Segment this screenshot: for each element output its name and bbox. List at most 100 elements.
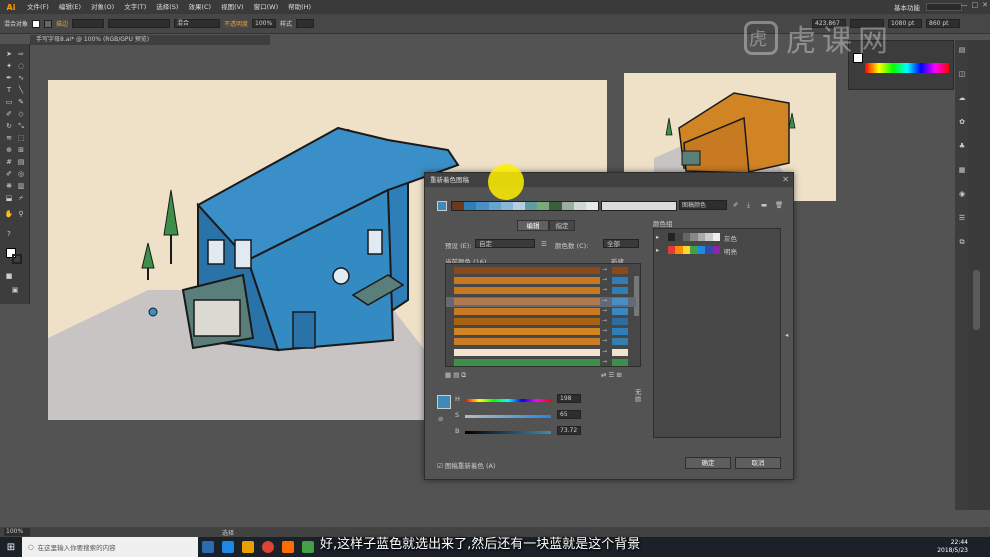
new-color-swatch[interactable] <box>612 328 628 336</box>
minimize-icon[interactable]: — <box>961 1 968 9</box>
variable-width-select[interactable] <box>108 19 171 28</box>
color-row[interactable]: → <box>446 317 636 327</box>
color-strip[interactable] <box>451 201 599 211</box>
brightness-slider[interactable]: B 73.72 <box>455 426 581 437</box>
arrow-icon[interactable]: → <box>602 348 607 355</box>
color-row[interactable]: → <box>446 358 636 366</box>
save-group-icon[interactable]: ⤓ <box>747 201 750 210</box>
strip-color-swatch[interactable] <box>573 202 586 210</box>
color-group-bright[interactable]: ▸ 明亮 <box>656 245 776 256</box>
windows-start-icon[interactable]: ⊞ <box>0 537 22 557</box>
color-spectrum[interactable] <box>865 63 949 73</box>
arrow-icon[interactable]: → <box>602 317 607 324</box>
strip-color-swatch[interactable] <box>525 202 538 210</box>
strip-color-swatch[interactable] <box>549 202 562 210</box>
task-view-icon[interactable] <box>202 541 214 553</box>
brushes-panel-icon[interactable]: ✿ <box>957 118 967 126</box>
active-color-swatch[interactable] <box>437 395 451 409</box>
stroke-color-icon[interactable] <box>12 254 22 264</box>
edge-icon[interactable] <box>222 541 234 553</box>
new-color-swatch[interactable] <box>612 338 628 346</box>
rectangle-tool-icon[interactable]: ▭ <box>4 98 14 106</box>
menu-effect[interactable]: 效果(C) <box>183 0 216 14</box>
shape-builder-icon[interactable]: ⊕ <box>4 146 14 154</box>
current-color-bar[interactable] <box>454 267 600 274</box>
close-icon[interactable]: ✕ <box>982 1 988 9</box>
strip-color-swatch[interactable] <box>476 202 489 210</box>
expand-icon[interactable]: ▸ <box>656 233 659 241</box>
file-explorer-icon[interactable] <box>242 541 254 553</box>
current-tool-status[interactable]: 选择 <box>222 528 234 537</box>
rotate-tool-icon[interactable]: ↻ <box>4 122 14 130</box>
new-color-swatch[interactable] <box>612 348 628 356</box>
stroke-weight-field[interactable] <box>72 19 105 28</box>
screen-mode-icon[interactable]: ▣ <box>10 286 20 294</box>
stroke-swatch[interactable] <box>44 19 53 28</box>
collapse-panel-icon[interactable]: ◂ <box>785 331 788 339</box>
current-color-bar[interactable] <box>454 307 600 315</box>
slider-value[interactable]: 198 <box>557 394 581 403</box>
taskbar-search[interactable]: ○ 在这里输入你要搜索的内容 <box>22 537 198 557</box>
color-row[interactable]: → <box>446 327 636 337</box>
color-row[interactable]: → <box>446 296 636 307</box>
list-options-icon[interactable]: ⇄ ☰ ⊞ <box>601 371 622 379</box>
strip-color-swatch[interactable] <box>488 202 501 210</box>
app-icon[interactable] <box>302 541 314 553</box>
document-tab[interactable]: 手写字母8.ai* @ 100% (RGB/GPU 预览) <box>30 35 270 45</box>
current-color-bar[interactable] <box>454 318 600 325</box>
color-mode-icon[interactable]: ■ <box>4 272 14 280</box>
pen-tool-icon[interactable]: ✒ <box>4 74 14 82</box>
slider-value[interactable]: 73.72 <box>557 426 581 435</box>
trash-icon[interactable]: 🗑 <box>775 201 783 209</box>
menu-object[interactable]: 对象(O) <box>86 0 119 14</box>
libraries-panel-icon[interactable]: ☁ <box>957 94 967 102</box>
current-color-bar[interactable] <box>454 277 600 285</box>
close-icon[interactable]: ✕ <box>782 173 789 187</box>
eyedropper-icon[interactable]: ✐ <box>4 170 14 178</box>
direct-selection-tool-icon[interactable]: ⇨ <box>16 50 26 58</box>
preset-options-icon[interactable]: ☰ <box>541 240 547 248</box>
current-color-bar[interactable] <box>454 328 600 336</box>
color-group-gray[interactable]: ▸ 灰色 <box>656 232 776 243</box>
strip-color-swatch[interactable] <box>452 202 465 210</box>
folder-icon[interactable]: ▬ <box>761 201 767 209</box>
magic-wand-icon[interactable]: ✦ <box>4 62 14 70</box>
menu-help[interactable]: 帮助(H) <box>283 0 316 14</box>
harmony-name-field[interactable]: 图稿颜色 <box>679 200 727 210</box>
hue-slider[interactable]: H 198 <box>455 394 581 405</box>
taskbar-clock[interactable]: 22:44 2018/5/23 <box>937 539 968 555</box>
slider-value[interactable]: 65 <box>557 410 581 419</box>
get-colors-icon[interactable] <box>437 201 447 211</box>
align-panel-icon[interactable]: ☰ <box>957 214 967 222</box>
menu-file[interactable]: 文件(F) <box>22 0 54 14</box>
menu-window[interactable]: 窗口(W) <box>249 0 284 14</box>
color-row[interactable]: → <box>446 307 636 317</box>
symbol-sprayer-icon[interactable]: ❋ <box>4 182 14 190</box>
strip-color-swatch[interactable] <box>512 202 526 210</box>
current-color-bar[interactable] <box>454 358 600 366</box>
arrow-icon[interactable]: → <box>602 276 607 283</box>
opacity-field[interactable]: 100% <box>252 19 277 28</box>
menu-type[interactable]: 文字(T) <box>119 0 151 14</box>
current-color-bar[interactable] <box>454 297 600 305</box>
colors-count-select[interactable]: 全部 <box>603 239 639 248</box>
appearance-panel-icon[interactable]: ◉ <box>957 190 967 198</box>
new-color-swatch[interactable] <box>612 277 628 285</box>
illustrator-taskbar-icon[interactable] <box>282 541 294 553</box>
color-row[interactable]: → <box>446 337 636 347</box>
shaper-tool-icon[interactable]: ✐ <box>4 110 14 118</box>
zoom-select[interactable]: 100% <box>4 528 30 536</box>
new-color-swatch[interactable] <box>612 267 628 274</box>
list-tools-icon[interactable]: ▦ ▤ ⧉ <box>445 371 466 380</box>
arrow-icon[interactable]: → <box>602 297 607 304</box>
strip-color-swatch[interactable] <box>537 202 550 210</box>
zoom-tool-icon[interactable]: ⚲ <box>16 210 26 218</box>
ok-button[interactable]: 确定 <box>685 457 731 469</box>
color-row[interactable]: → <box>446 276 636 286</box>
slider-track[interactable] <box>465 415 551 418</box>
color-mode-menu-icon[interactable]: ▤ <box>635 395 641 403</box>
eraser-icon[interactable]: ◇ <box>16 110 26 118</box>
strip-color-swatch[interactable] <box>464 202 477 210</box>
color-row[interactable]: → <box>446 348 636 358</box>
new-color-swatch[interactable] <box>612 358 628 366</box>
